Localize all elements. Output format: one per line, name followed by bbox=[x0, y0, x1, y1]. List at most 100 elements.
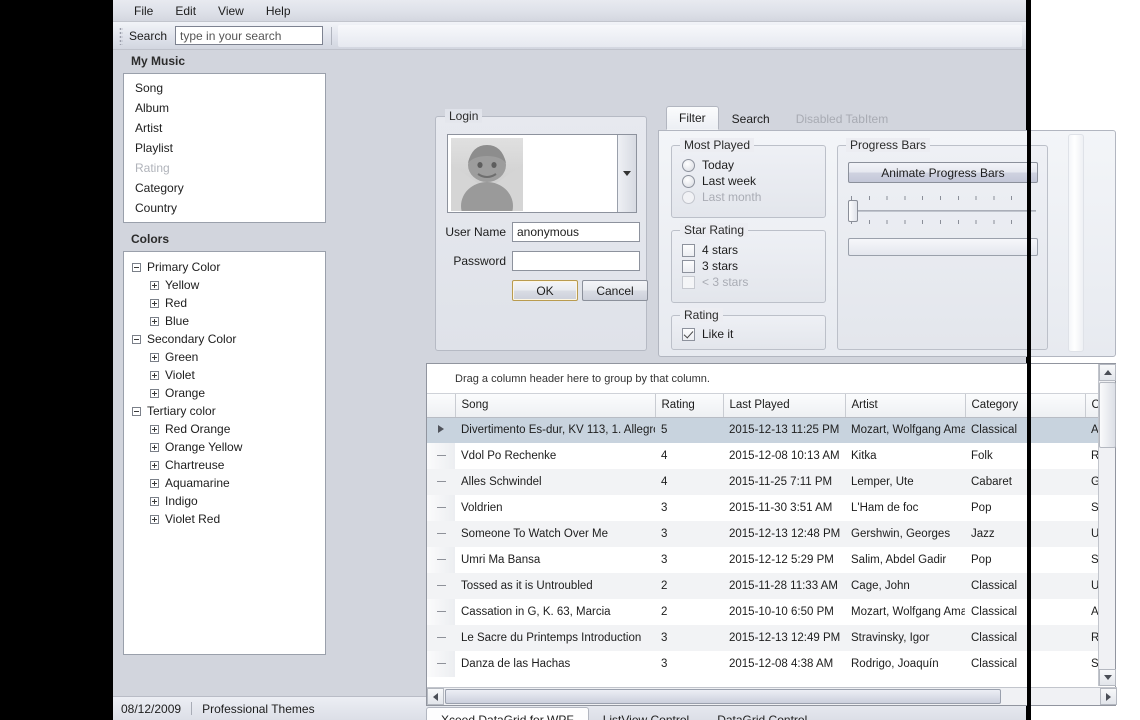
checkbox-icon[interactable] bbox=[682, 259, 695, 273]
slider-thumb[interactable] bbox=[848, 200, 858, 222]
tree-node-secondary-color[interactable]: Secondary Color bbox=[124, 330, 325, 348]
checkbox-checked-icon[interactable] bbox=[682, 327, 695, 341]
radio-icon[interactable] bbox=[682, 158, 695, 172]
row-selector[interactable] bbox=[427, 625, 455, 651]
checkbox-icon[interactable] bbox=[682, 243, 695, 257]
colors-treeview[interactable]: Primary Color Yellow Red Blue Secondary … bbox=[123, 251, 326, 655]
row-selector[interactable] bbox=[427, 573, 455, 599]
bottom-tab-xceed-datagrid-for-wpf[interactable]: Xceed DataGrid for WPF bbox=[426, 707, 589, 720]
group-by-drop-zone[interactable]: Drag a column header here to group by th… bbox=[427, 364, 1115, 394]
row-selector[interactable] bbox=[427, 599, 455, 625]
menu-item-edit[interactable]: Edit bbox=[164, 2, 207, 20]
tab-search[interactable]: Search bbox=[719, 107, 783, 130]
tree-node-red-orange[interactable]: Red Orange bbox=[124, 420, 325, 438]
tree-node-red[interactable]: Red bbox=[124, 294, 325, 312]
avatar-combobox[interactable] bbox=[447, 134, 637, 213]
ok-button[interactable]: OK bbox=[512, 280, 578, 301]
tree-node-chartreuse[interactable]: Chartreuse bbox=[124, 456, 325, 474]
tree-node-violet-red[interactable]: Violet Red bbox=[124, 510, 325, 528]
my-music-listbox[interactable]: Song Album Artist Playlist Rating Catego… bbox=[123, 73, 326, 223]
table-row[interactable]: Danza de las Hachas 3 2015-12-08 4:38 AM… bbox=[427, 651, 1115, 677]
grid-vertical-scrollbar[interactable] bbox=[1098, 364, 1116, 686]
tree-node-aquamarine[interactable]: Aquamarine bbox=[124, 474, 325, 492]
username-field[interactable] bbox=[512, 222, 640, 242]
password-field[interactable] bbox=[512, 251, 640, 271]
expand-plus-icon[interactable] bbox=[150, 478, 159, 488]
row-selector[interactable] bbox=[427, 443, 455, 469]
scroll-left-button[interactable] bbox=[427, 688, 444, 705]
list-item-country[interactable]: Country bbox=[124, 198, 325, 218]
expand-plus-icon[interactable] bbox=[150, 514, 159, 524]
radio-today[interactable]: Today bbox=[682, 158, 825, 172]
expand-plus-icon[interactable] bbox=[150, 370, 159, 380]
radio-last-week[interactable]: Last week bbox=[682, 174, 825, 188]
scroll-down-button[interactable] bbox=[1099, 669, 1116, 686]
collapse-minus-icon[interactable] bbox=[132, 406, 141, 416]
expand-plus-icon[interactable] bbox=[150, 442, 159, 452]
progress-slider[interactable] bbox=[848, 194, 1038, 228]
horizontal-scroll-thumb[interactable] bbox=[445, 689, 1001, 704]
expand-plus-icon[interactable] bbox=[150, 280, 159, 290]
expand-plus-icon[interactable] bbox=[150, 316, 159, 326]
tree-node-orange-yellow[interactable]: Orange Yellow bbox=[124, 438, 325, 456]
table-row[interactable]: Cassation in G, K. 63, Marcia 2 2015-10-… bbox=[427, 599, 1115, 625]
row-selector[interactable] bbox=[427, 651, 455, 677]
animate-progress-bars-button[interactable]: Animate Progress Bars bbox=[848, 162, 1038, 183]
tree-node-tertiary-color[interactable]: Tertiary color bbox=[124, 402, 325, 420]
search-input[interactable] bbox=[175, 26, 324, 45]
list-item-album[interactable]: Album bbox=[124, 98, 325, 118]
expand-plus-icon[interactable] bbox=[150, 460, 159, 470]
collapse-minus-icon[interactable] bbox=[132, 262, 141, 272]
list-item-artist[interactable]: Artist bbox=[124, 118, 325, 138]
tree-node-yellow[interactable]: Yellow bbox=[124, 276, 325, 294]
toolbar-grip-handle[interactable] bbox=[119, 26, 123, 45]
menu-item-view[interactable]: View bbox=[207, 2, 255, 20]
table-row[interactable]: Tossed as it is Untroubled 2 2015-11-28 … bbox=[427, 573, 1115, 599]
tree-node-orange[interactable]: Orange bbox=[124, 384, 325, 402]
tree-node-green[interactable]: Green bbox=[124, 348, 325, 366]
expand-plus-icon[interactable] bbox=[150, 424, 159, 434]
scroll-up-button[interactable] bbox=[1099, 364, 1116, 381]
expand-plus-icon[interactable] bbox=[150, 298, 159, 308]
menu-item-file[interactable]: File bbox=[123, 2, 164, 20]
table-row[interactable]: Umri Ma Bansa 3 2015-12-12 5:29 PM Salim… bbox=[427, 547, 1115, 573]
checkbox-4-stars[interactable]: 4 stars bbox=[682, 243, 825, 257]
column-header-category[interactable]: Category bbox=[965, 394, 1086, 418]
radio-icon[interactable] bbox=[682, 174, 695, 188]
tree-node-violet[interactable]: Violet bbox=[124, 366, 325, 384]
expand-plus-icon[interactable] bbox=[150, 496, 159, 506]
row-selector[interactable] bbox=[427, 547, 455, 573]
tree-node-primary-color[interactable]: Primary Color bbox=[124, 258, 325, 276]
column-header-song[interactable]: Song bbox=[455, 394, 656, 418]
tree-node-blue[interactable]: Blue bbox=[124, 312, 325, 330]
column-header-rating[interactable]: Rating bbox=[655, 394, 724, 418]
table-row[interactable]: Alles Schwindel 4 2015-11-25 7:11 PM Lem… bbox=[427, 469, 1115, 495]
table-row[interactable]: Someone To Watch Over Me 3 2015-12-13 12… bbox=[427, 521, 1115, 547]
expand-plus-icon[interactable] bbox=[150, 388, 159, 398]
row-selector[interactable] bbox=[427, 495, 455, 521]
checkbox-like-it[interactable]: Like it bbox=[682, 327, 825, 341]
tree-node-indigo[interactable]: Indigo bbox=[124, 492, 325, 510]
table-row[interactable]: Voldrien 3 2015-11-30 3:51 AM L'Ham de f… bbox=[427, 495, 1115, 521]
checkbox-3-stars[interactable]: 3 stars bbox=[682, 259, 825, 273]
row-selector-current[interactable] bbox=[427, 417, 455, 443]
avatar-combobox-face[interactable] bbox=[448, 135, 617, 212]
bottom-tab-listview-control[interactable]: ListView Control bbox=[589, 708, 703, 720]
tab-filter[interactable]: Filter bbox=[666, 106, 719, 130]
grid-horizontal-scrollbar[interactable] bbox=[427, 687, 1117, 705]
collapse-minus-icon[interactable] bbox=[132, 334, 141, 344]
column-header-last-played[interactable]: Last Played bbox=[723, 394, 846, 418]
avatar-combobox-dropdown-button[interactable] bbox=[617, 135, 636, 212]
table-row[interactable]: Le Sacre du Printemps Introduction 3 201… bbox=[427, 625, 1115, 651]
list-item-category[interactable]: Category bbox=[124, 178, 325, 198]
expand-plus-icon[interactable] bbox=[150, 352, 159, 362]
cancel-button[interactable]: Cancel bbox=[582, 280, 648, 301]
list-item-song[interactable]: Song bbox=[124, 78, 325, 98]
table-row[interactable]: Divertimento Es-dur, KV 113, 1. Allegro … bbox=[427, 417, 1115, 443]
row-selector[interactable] bbox=[427, 521, 455, 547]
menu-item-help[interactable]: Help bbox=[255, 2, 302, 20]
slider-track[interactable] bbox=[851, 210, 1036, 212]
column-header-artist[interactable]: Artist bbox=[845, 394, 966, 418]
list-item-playlist[interactable]: Playlist bbox=[124, 138, 325, 158]
scroll-right-button[interactable] bbox=[1100, 688, 1117, 705]
